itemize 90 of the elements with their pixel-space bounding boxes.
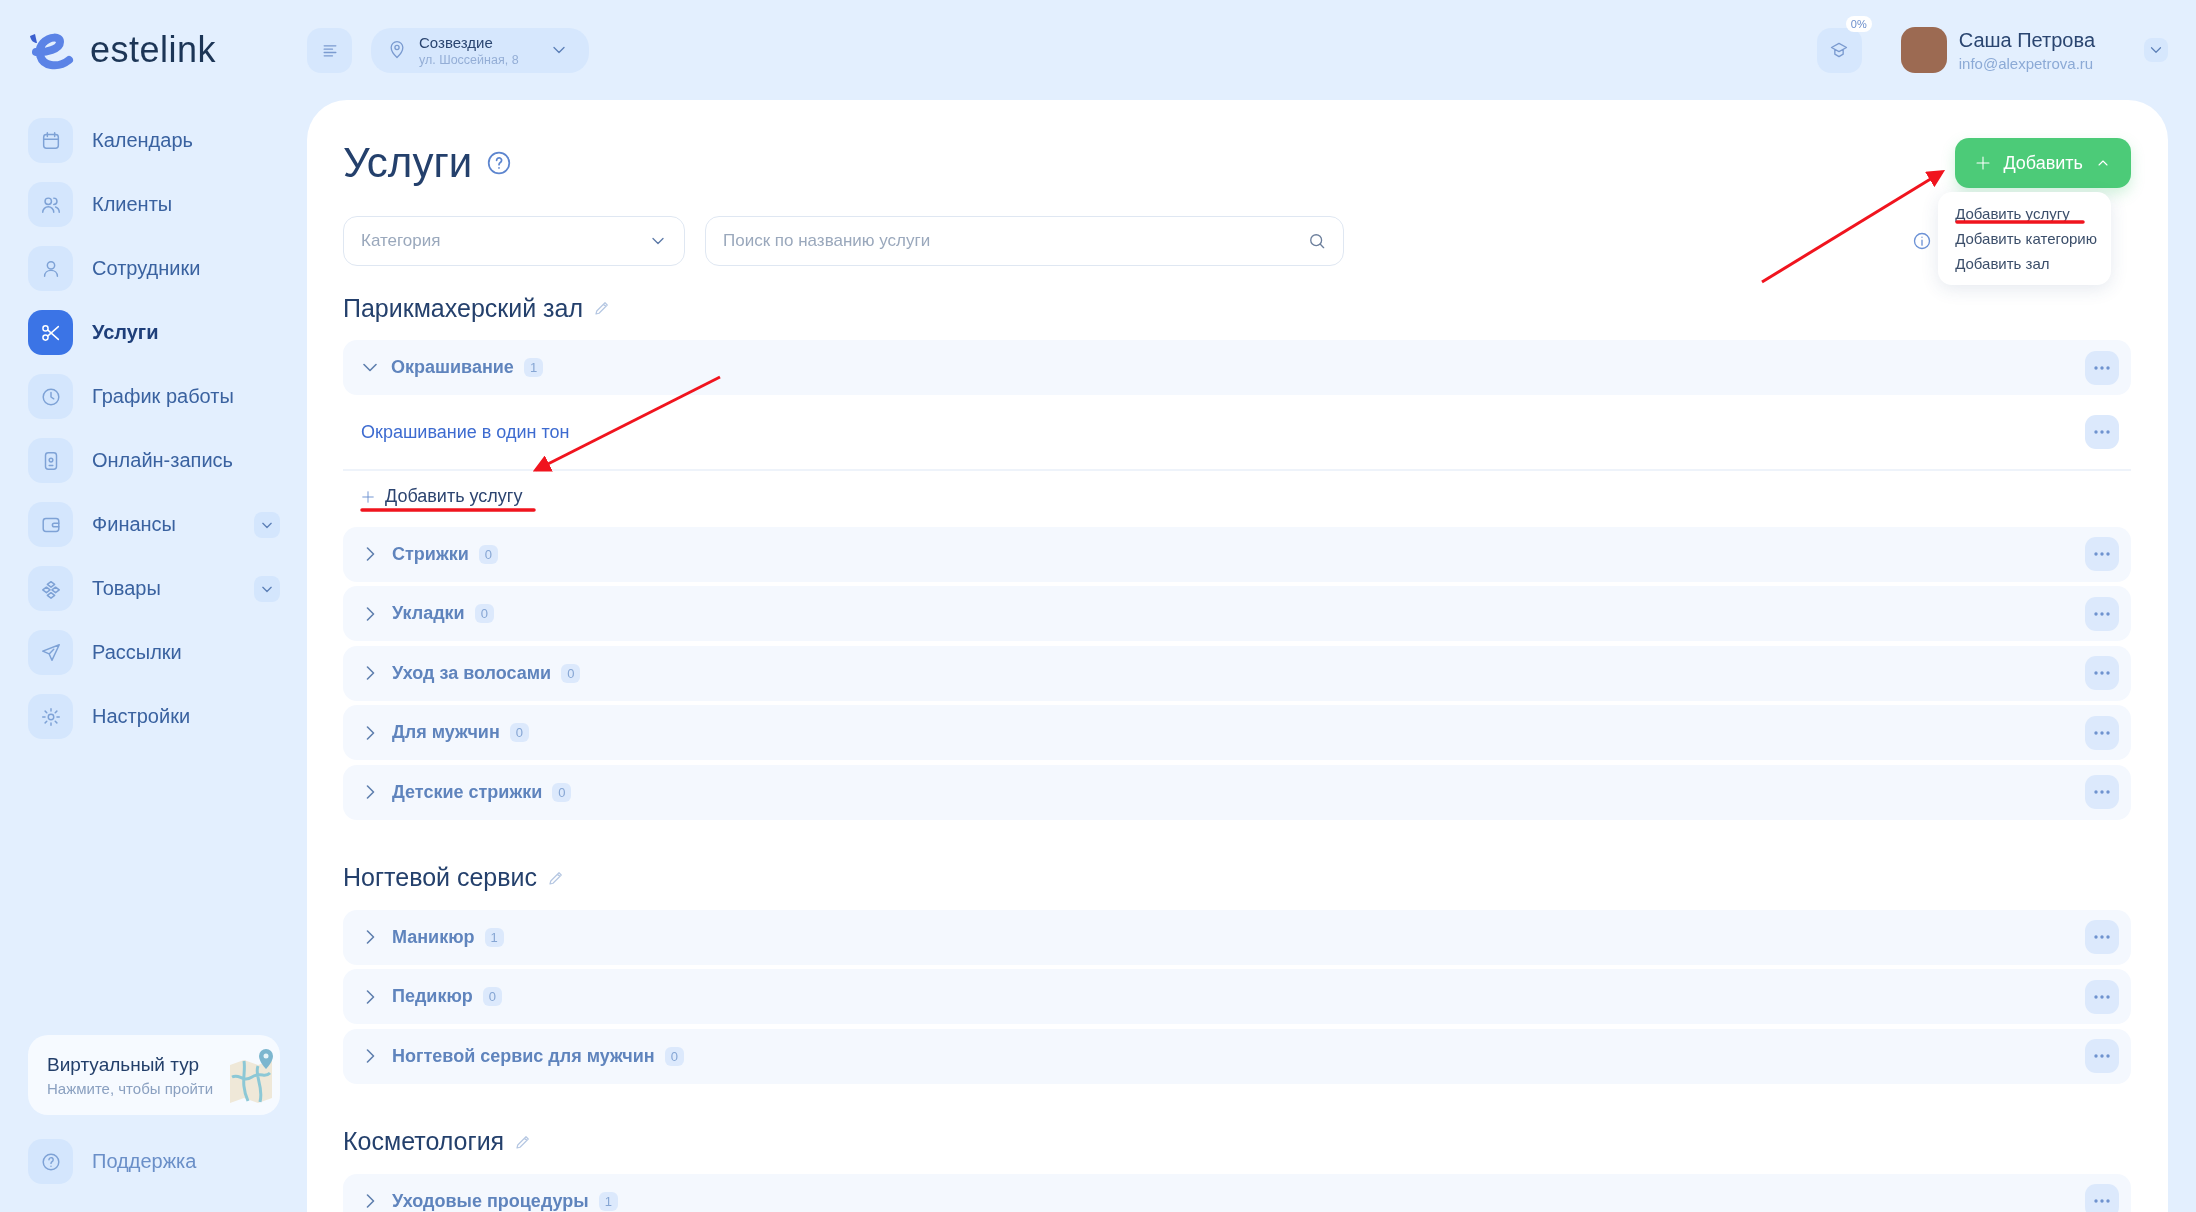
category-row[interactable]: Ногтевой сервис для мужчин 0 [343, 1028, 2131, 1084]
more-button[interactable] [2085, 350, 2119, 385]
more-button[interactable] [2085, 415, 2119, 449]
course-button[interactable] [1816, 27, 1862, 73]
sidebar-item[interactable]: Услуги [28, 310, 280, 355]
plus-icon [361, 489, 375, 504]
count-badge: 1 [598, 1191, 618, 1211]
more-icon [2094, 935, 2110, 939]
more-button[interactable] [2085, 715, 2119, 750]
more-icon [2094, 994, 2110, 999]
sidebar-item[interactable]: Онлайн-запись [28, 438, 280, 483]
more-icon [2094, 790, 2110, 794]
category-name: Ногтевой сервис для мужчин [392, 1045, 655, 1067]
sidebar-item[interactable]: Сотрудники [28, 246, 280, 291]
sidebar-item[interactable]: Клиенты [28, 182, 280, 227]
count-badge: 0 [561, 663, 581, 683]
category-row[interactable]: Педикюр 0 [343, 969, 2131, 1024]
menu-item[interactable]: Добавить услугу [1955, 202, 2097, 227]
category-name: Уходовые процедуры [392, 1190, 589, 1212]
sidebar-item[interactable]: Финансы [28, 502, 280, 547]
category-row[interactable]: Маникюр 1 [343, 909, 2131, 965]
avatar-placeholder [1900, 27, 1947, 73]
menu-button[interactable] [307, 27, 352, 73]
virtual-tour-card[interactable]: Виртуальный тур Нажмите, чтобы пройти [28, 1035, 280, 1115]
menu-item[interactable]: Добавить зал [1955, 252, 2097, 277]
count-badge: 0 [478, 544, 498, 564]
count-badge: 1 [523, 358, 544, 377]
more-button[interactable] [2085, 1184, 2119, 1212]
location-selector[interactable]: Созвездие ул. Шоссейная, 8 [371, 27, 589, 73]
more-icon [2094, 730, 2110, 735]
user-profile[interactable]: Саша Петрова info@alexpetrova.ru [1900, 27, 2095, 73]
more-icon [2094, 552, 2110, 556]
more-icon [2094, 1199, 2110, 1203]
gear-icon [39, 705, 62, 728]
search-field[interactable]: Поиск по названию услуги [705, 216, 1344, 266]
category-row[interactable]: Уход за волосами 0 [343, 645, 2131, 701]
category-row[interactable]: Для мужчин 0 [343, 705, 2131, 760]
plus-icon [1975, 155, 1992, 171]
category-name: Укладки [392, 603, 465, 624]
count-badge: 1 [484, 927, 504, 947]
count-badge: 0 [482, 987, 503, 1006]
more-button[interactable] [2085, 920, 2119, 954]
info-icon [1912, 231, 1932, 251]
more-button[interactable] [2085, 1039, 2119, 1073]
page-title: Услуги [343, 139, 473, 187]
menu-item[interactable]: Добавить категорию [1955, 227, 2097, 252]
more-icon [2094, 1054, 2110, 1058]
paper-plane-icon [39, 641, 62, 664]
sidebar-item[interactable]: Товары [28, 566, 280, 611]
category-name: Для мужчин [392, 722, 500, 743]
more-icon [2094, 611, 2110, 616]
category-name: Уход за волосами [392, 662, 552, 684]
service-link[interactable]: Окрашивание в один тон [361, 421, 2085, 443]
more-button[interactable] [2085, 596, 2119, 631]
category-name: Окрашивание [391, 357, 514, 378]
category-row[interactable]: Детские стрижки 0 [343, 764, 2131, 820]
more-icon [2094, 671, 2110, 675]
more-button[interactable] [2085, 537, 2119, 571]
category-row[interactable]: Укладки 0 [343, 586, 2131, 641]
sidebar-item[interactable]: Настройки [28, 694, 280, 739]
section-title: Косметология [343, 1127, 505, 1156]
category-row[interactable]: Окрашивание 1 [343, 340, 2131, 395]
brand-name: estelink [90, 29, 217, 71]
more-button[interactable] [2085, 775, 2119, 809]
progress-badge: 0% [1845, 15, 1872, 32]
profile-dropdown-button[interactable] [2144, 38, 2168, 62]
help-icon [486, 150, 513, 176]
search-icon [1307, 231, 1327, 251]
sidebar-item[interactable]: График работы [28, 374, 280, 419]
count-badge: 0 [552, 782, 572, 802]
section-title: Ногтевой сервис [343, 863, 538, 892]
more-button[interactable] [2085, 656, 2119, 690]
category-name: Детские стрижки [392, 781, 543, 803]
section-title: Парикмахерский зал [343, 293, 584, 323]
category-row[interactable]: Стрижки 0 [343, 526, 2131, 582]
sidebar-item[interactable]: Календарь [28, 118, 280, 163]
count-badge: 0 [664, 1046, 684, 1066]
more-button[interactable] [2085, 979, 2119, 1014]
more-icon [2094, 365, 2110, 370]
category-name: Педикюр [392, 986, 473, 1007]
category-name: Маникюр [392, 926, 475, 948]
category-row[interactable]: Уходовые процедуры 1 [343, 1173, 2131, 1212]
category-name: Стрижки [392, 543, 469, 565]
count-badge: 0 [509, 723, 529, 742]
support-link[interactable]: Поддержка [28, 1139, 280, 1184]
add-service-link[interactable]: Добавить услугу [343, 471, 529, 522]
sidebar-item[interactable]: Рассылки [28, 630, 280, 675]
more-icon [2094, 430, 2110, 434]
count-badge: 0 [474, 604, 494, 623]
graduation-cap-icon [1829, 40, 1850, 60]
